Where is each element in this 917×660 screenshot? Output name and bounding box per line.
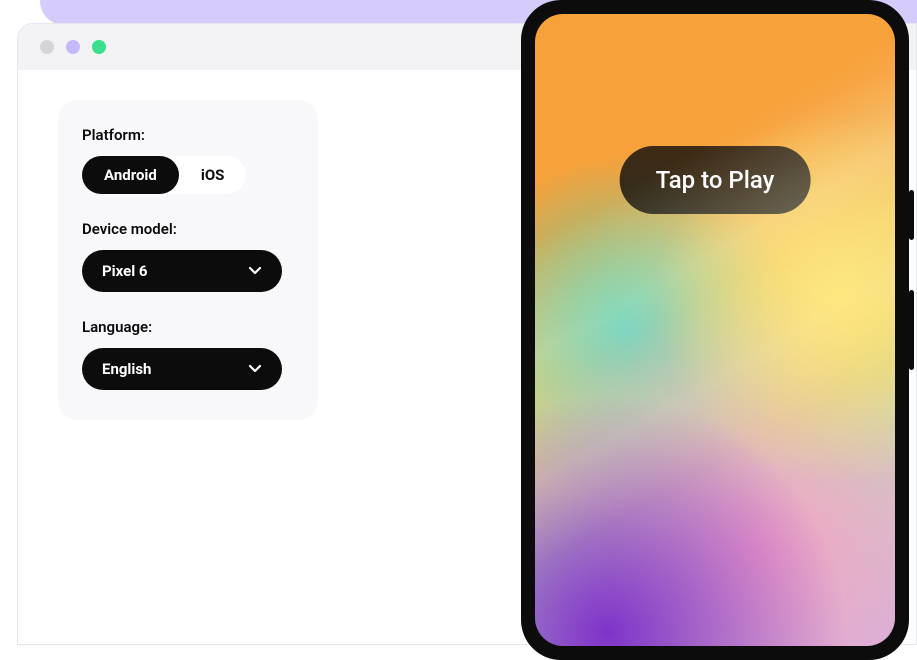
device-model-value: Pixel 6 (102, 262, 148, 280)
chevron-down-icon (248, 364, 262, 374)
tap-to-play-button[interactable]: Tap to Play (620, 146, 811, 214)
device-preview-frame: Tap to Play (521, 0, 909, 660)
device-model-select[interactable]: Pixel 6 (82, 250, 282, 292)
device-model-label: Device model: (82, 220, 294, 238)
window-zoom-dot[interactable] (92, 40, 106, 54)
language-value: English (102, 360, 151, 378)
language-select[interactable]: English (82, 348, 282, 390)
platform-segmented-control: Android iOS (82, 156, 246, 194)
phone-side-button (909, 290, 914, 370)
device-screen[interactable]: Tap to Play (535, 14, 895, 646)
platform-option-ios[interactable]: iOS (179, 156, 247, 194)
window-minimize-dot[interactable] (66, 40, 80, 54)
platform-option-android[interactable]: Android (82, 156, 179, 194)
window-close-dot[interactable] (40, 40, 54, 54)
chevron-down-icon (248, 266, 262, 276)
device-config-card: Platform: Android iOS Device model: Pixe… (58, 100, 318, 420)
phone-side-button (909, 190, 914, 240)
platform-label: Platform: (82, 126, 294, 144)
language-label: Language: (82, 318, 294, 336)
